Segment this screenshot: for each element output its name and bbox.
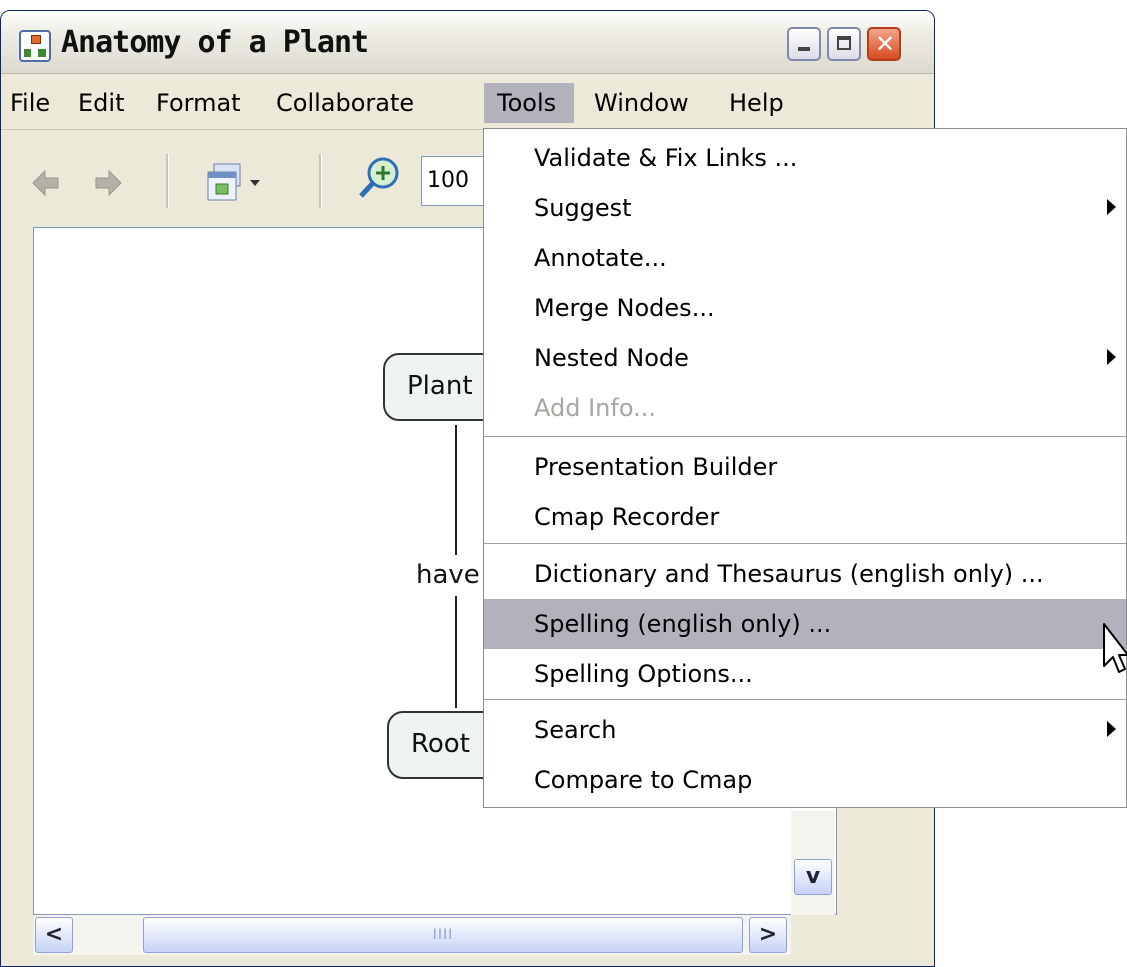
- menu-item-presentation-builder[interactable]: Presentation Builder: [484, 442, 1126, 492]
- menu-item-label: Nested Node: [534, 344, 689, 372]
- menu-item-validate-fix-links[interactable]: Validate & Fix Links ...: [484, 133, 1126, 183]
- horizontal-scroll-thumb[interactable]: IIII: [143, 917, 743, 953]
- menu-item-label: Suggest: [534, 194, 632, 222]
- menu-item-label: Annotate...: [534, 244, 667, 272]
- submenu-arrow-icon: [1107, 721, 1116, 737]
- menu-edit[interactable]: Edit: [78, 83, 134, 123]
- title-bar[interactable]: Anatomy of a Plant ✕: [1, 11, 934, 74]
- menu-item-label: Cmap Recorder: [534, 503, 720, 531]
- close-icon: ✕: [874, 30, 896, 58]
- horizontal-scrollbar[interactable]: < IIII >: [33, 915, 791, 955]
- mouse-pointer-icon: [1103, 623, 1127, 673]
- menu-item-label: Dictionary and Thesaurus (english only) …: [534, 560, 1044, 588]
- submenu-arrow-icon: [1107, 349, 1116, 365]
- cmap-app-icon: [19, 30, 51, 62]
- menu-item-suggest[interactable]: Suggest: [484, 183, 1126, 233]
- menu-item-label: Compare to Cmap: [534, 766, 753, 794]
- menu-bar: File Edit Format Collaborate Tools Windo…: [1, 77, 934, 127]
- maximize-button[interactable]: [827, 27, 861, 61]
- menu-separator: [484, 543, 1126, 544]
- window-title: Anatomy of a Plant: [61, 25, 369, 60]
- tools-dropdown-menu: Validate & Fix Links ... Suggest Annotat…: [483, 128, 1127, 808]
- menu-item-compare-to-cmap[interactable]: Compare to Cmap: [484, 755, 1126, 805]
- back-arrow-icon[interactable]: [31, 168, 61, 198]
- close-button[interactable]: ✕: [867, 27, 901, 61]
- menu-item-label: Search: [534, 716, 617, 744]
- toolbar-separator: [319, 154, 322, 208]
- menu-item-annotate[interactable]: Annotate...: [484, 233, 1126, 283]
- menu-item-label: Merge Nodes...: [534, 294, 715, 322]
- minimize-button[interactable]: [787, 27, 821, 61]
- menu-tools[interactable]: Tools: [484, 83, 574, 123]
- menu-item-label: Spelling Options...: [534, 660, 753, 688]
- menu-separator: [484, 699, 1126, 700]
- link-line-lower: [455, 596, 457, 708]
- menu-item-label: Validate & Fix Links ...: [534, 144, 798, 172]
- zoom-input[interactable]: 100: [421, 156, 485, 206]
- menu-window[interactable]: Window: [594, 83, 714, 123]
- link-line-upper: [455, 425, 457, 555]
- forward-arrow-icon[interactable]: [93, 168, 123, 198]
- menu-item-search[interactable]: Search: [484, 705, 1126, 755]
- menu-help[interactable]: Help: [729, 83, 789, 123]
- maximize-icon: [837, 36, 851, 50]
- menu-format[interactable]: Format: [156, 83, 260, 123]
- toolbar-separator: [166, 154, 169, 208]
- menu-collaborate[interactable]: Collaborate: [276, 83, 452, 123]
- submenu-arrow-icon: [1107, 199, 1116, 215]
- zoom-in-icon[interactable]: [357, 156, 401, 200]
- menu-item-nested-node[interactable]: Nested Node: [484, 333, 1126, 383]
- menu-separator: [484, 436, 1126, 437]
- view-dropdown-icon[interactable]: [204, 160, 264, 206]
- menu-item-label: Spelling (english only) ...: [534, 610, 832, 638]
- menu-item-merge-nodes[interactable]: Merge Nodes...: [484, 283, 1126, 333]
- menu-item-spelling-options[interactable]: Spelling Options...: [484, 649, 1126, 699]
- menu-item-add-info: Add Info...: [484, 383, 1126, 433]
- scroll-down-button[interactable]: v: [794, 859, 832, 895]
- menu-item-dictionary-thesaurus[interactable]: Dictionary and Thesaurus (english only) …: [484, 549, 1126, 599]
- menu-item-label: Presentation Builder: [534, 453, 778, 481]
- menu-item-label: Add Info...: [534, 394, 656, 422]
- scroll-right-button[interactable]: >: [749, 917, 787, 953]
- minimize-icon: [798, 47, 810, 51]
- menu-file[interactable]: File: [10, 83, 60, 123]
- scroll-left-button[interactable]: <: [35, 917, 73, 953]
- menu-item-cmap-recorder[interactable]: Cmap Recorder: [484, 492, 1126, 542]
- menu-item-spelling[interactable]: Spelling (english only) ...: [484, 599, 1126, 649]
- vertical-scrollbar[interactable]: v: [791, 811, 835, 915]
